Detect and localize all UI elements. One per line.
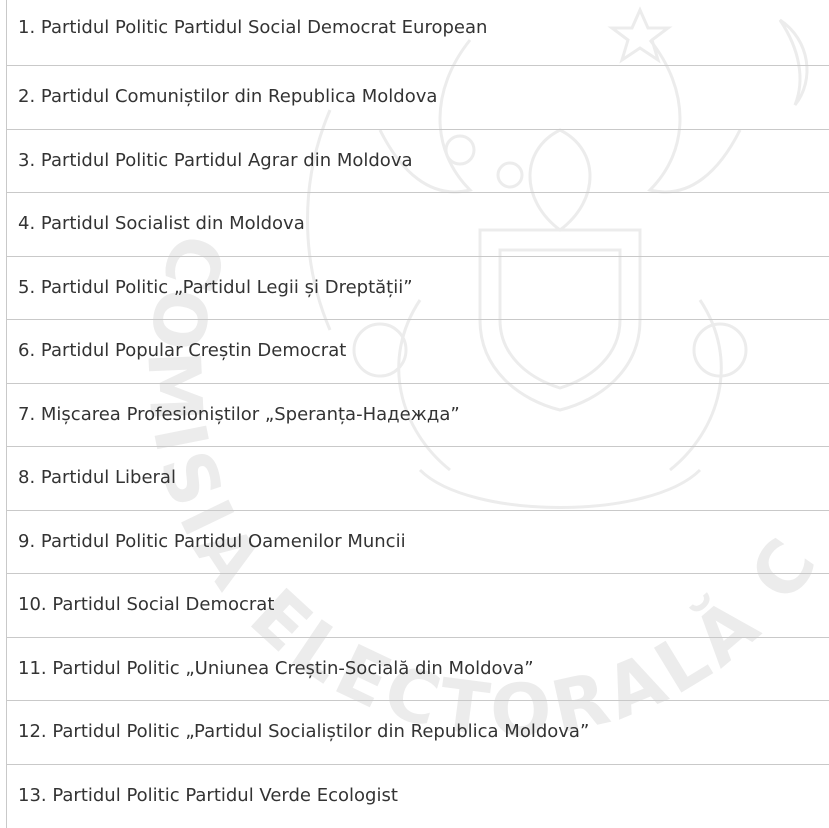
list-item: 11. Partidul Politic „Uniunea Creștin-So… [7,638,829,702]
list-item: 13. Partidul Politic Partidul Verde Ecol… [7,765,829,828]
list-item: 3. Partidul Politic Partidul Agrar din M… [7,130,829,194]
list-item: 7. Mișcarea Profesioniștilor „Speranța-Н… [7,384,829,448]
list-item: 6. Partidul Popular Creștin Democrat [7,320,829,384]
list-item: 4. Partidul Socialist din Moldova [7,193,829,257]
list-item: 12. Partidul Politic „Partidul Socialișt… [7,701,829,765]
list-item: 9. Partidul Politic Partidul Oamenilor M… [7,511,829,575]
list-item: 10. Partidul Social Democrat [7,574,829,638]
list-item: 8. Partidul Liberal [7,447,829,511]
list-item: 2. Partidul Comuniștilor din Republica M… [7,66,829,130]
party-list: 1. Partidul Politic Partidul Social Demo… [6,0,829,828]
list-item: 5. Partidul Politic „Partidul Legii și D… [7,257,829,321]
list-item: 1. Partidul Politic Partidul Social Demo… [7,0,829,66]
